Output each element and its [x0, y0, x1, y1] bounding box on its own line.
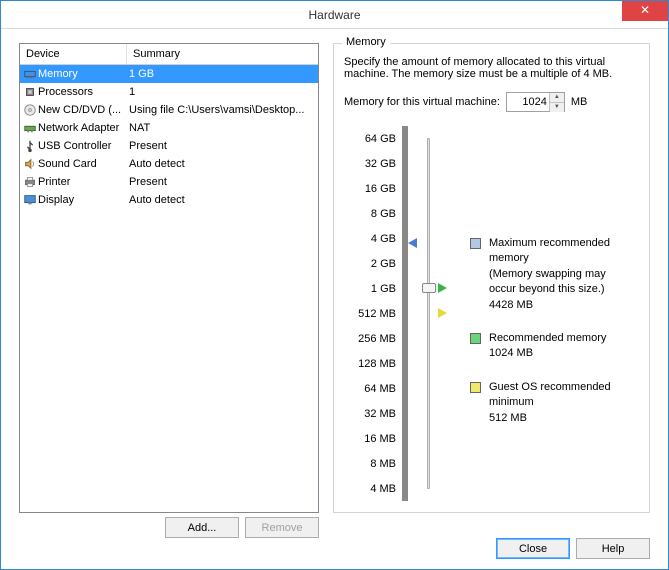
- tick-label: 256 MB: [358, 326, 396, 351]
- device-row[interactable]: Memory1 GB: [20, 65, 318, 83]
- header-device[interactable]: Device: [20, 44, 127, 64]
- memory-description: Specify the amount of memory allocated t…: [344, 56, 639, 80]
- legend-square-blue: [470, 238, 481, 249]
- close-icon[interactable]: ✕: [622, 1, 668, 21]
- device-summary: 1: [127, 86, 318, 98]
- memory-slider[interactable]: [420, 126, 436, 501]
- tick-label: 32 MB: [364, 401, 396, 426]
- device-name: Sound Card: [38, 158, 127, 170]
- legend-max-title: Maximum recommended memory: [489, 236, 630, 267]
- min-memory-marker: [438, 308, 447, 318]
- spin-down-icon[interactable]: ▼: [550, 103, 564, 112]
- network-icon: [20, 121, 38, 135]
- tick-label: 64 GB: [365, 126, 396, 151]
- tick-label: 2 GB: [371, 251, 396, 276]
- legend-min: Guest OS recommended minimum 512 MB: [470, 380, 630, 426]
- device-name: Display: [38, 194, 127, 206]
- device-name: New CD/DVD (...: [38, 104, 127, 116]
- remove-button[interactable]: Remove: [245, 517, 319, 538]
- groupbox-title: Memory: [342, 36, 390, 48]
- device-name: Printer: [38, 176, 127, 188]
- legend-min-value: 512 MB: [489, 411, 630, 426]
- device-summary: NAT: [127, 122, 318, 134]
- header-summary[interactable]: Summary: [127, 44, 318, 64]
- window-title: Hardware: [308, 8, 360, 22]
- tick-label: 32 GB: [365, 151, 396, 176]
- tick-label: 512 MB: [358, 301, 396, 326]
- tick-label: 128 MB: [358, 351, 396, 376]
- slider-thumb[interactable]: [422, 283, 436, 293]
- memory-groupbox: Memory Specify the amount of memory allo…: [333, 43, 650, 513]
- device-summary: 1 GB: [127, 68, 318, 80]
- spin-up-icon[interactable]: ▲: [550, 93, 564, 103]
- device-row[interactable]: New CD/DVD (...Using file C:\Users\vamsi…: [20, 101, 318, 119]
- tick-label: 16 MB: [364, 426, 396, 451]
- device-row[interactable]: Network AdapterNAT: [20, 119, 318, 137]
- device-summary: Using file C:\Users\vamsi\Desktop...: [127, 104, 318, 116]
- help-button[interactable]: Help: [576, 538, 650, 559]
- sound-icon: [20, 157, 38, 171]
- cd-icon: [20, 103, 38, 117]
- usb-icon: [20, 139, 38, 153]
- device-name: Processors: [38, 86, 127, 98]
- memory-icon: [20, 67, 38, 81]
- legend-square-green: [470, 333, 481, 344]
- memory-input-label: Memory for this virtual machine:: [344, 96, 500, 108]
- tick-label: 64 MB: [364, 376, 396, 401]
- tick-label: 8 MB: [370, 451, 396, 476]
- printer-icon: [20, 175, 38, 189]
- device-row[interactable]: DisplayAuto detect: [20, 191, 318, 209]
- memory-spinbox[interactable]: ▲ ▼: [506, 92, 565, 112]
- device-row[interactable]: USB ControllerPresent: [20, 137, 318, 155]
- device-list: Device Summary Memory1 GBProcessors1New …: [19, 43, 319, 513]
- tick-label: 1 GB: [371, 276, 396, 301]
- device-name: USB Controller: [38, 140, 127, 152]
- legend-rec-value: 1024 MB: [489, 346, 606, 361]
- tick-label: 8 GB: [371, 201, 396, 226]
- legend-square-yellow: [470, 382, 481, 393]
- device-summary: Auto detect: [127, 194, 318, 206]
- hardware-dialog: Hardware ✕ Device Summary Memory1 GBProc…: [0, 0, 669, 570]
- tick-label: 4 GB: [371, 226, 396, 251]
- device-name: Network Adapter: [38, 122, 127, 134]
- legend-min-title: Guest OS recommended minimum: [489, 380, 630, 411]
- add-button[interactable]: Add...: [165, 517, 239, 538]
- memory-unit: MB: [571, 96, 588, 108]
- device-summary: Present: [127, 176, 318, 188]
- legend-max: Maximum recommended memory (Memory swapp…: [470, 236, 630, 313]
- tick-label: 16 GB: [365, 176, 396, 201]
- device-row[interactable]: Sound CardAuto detect: [20, 155, 318, 173]
- device-list-header: Device Summary: [20, 44, 318, 65]
- legend-rec: Recommended memory 1024 MB: [470, 331, 630, 362]
- titlebar: Hardware ✕: [1, 1, 668, 29]
- device-summary: Auto detect: [127, 158, 318, 170]
- recommended-memory-marker: [438, 283, 447, 293]
- device-row[interactable]: Processors1: [20, 83, 318, 101]
- legend-max-note: (Memory swapping may occur beyond this s…: [489, 267, 630, 298]
- tick-label: 4 MB: [370, 476, 396, 501]
- close-button[interactable]: Close: [496, 538, 570, 559]
- memory-input[interactable]: [507, 93, 549, 111]
- processor-icon: [20, 85, 38, 99]
- display-icon: [20, 193, 38, 207]
- device-summary: Present: [127, 140, 318, 152]
- device-row[interactable]: PrinterPresent: [20, 173, 318, 191]
- legend-rec-title: Recommended memory: [489, 331, 606, 346]
- legend-max-value: 4428 MB: [489, 298, 630, 313]
- device-name: Memory: [38, 68, 127, 80]
- max-memory-marker: [408, 238, 417, 248]
